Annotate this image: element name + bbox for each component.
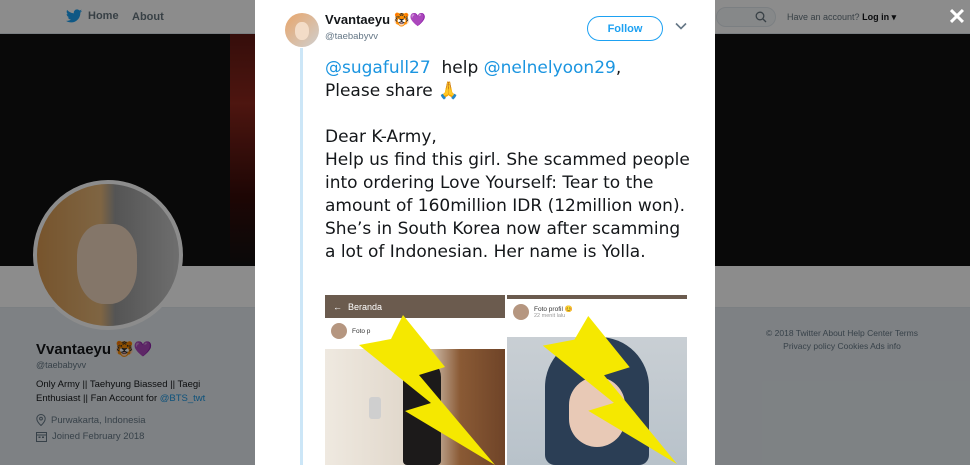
- author-avatar[interactable]: [285, 13, 319, 47]
- follow-button[interactable]: Follow: [587, 16, 663, 41]
- close-icon[interactable]: ✕: [947, 6, 967, 28]
- tweet-greeting: Dear K-Army,: [325, 127, 437, 147]
- tweet-modal: Vvantaeyu 🐯💜 @taebabyvv Follow @sugafull…: [255, 0, 715, 465]
- screenshot-header-title: Beranda: [348, 301, 383, 312]
- mention-link[interactable]: @nelnelyoon29: [484, 58, 616, 78]
- tweet-text: @sugafull27 help @nelnelyoon29, Please s…: [325, 57, 695, 264]
- screenshot-post-label: Foto profil 😊: [534, 306, 573, 313]
- lightning-bolt-icon: [542, 315, 678, 465]
- thread-line: [300, 48, 303, 465]
- media-image-2[interactable]: Foto profil 😊 22 menit lalu: [507, 295, 687, 465]
- chevron-down-icon[interactable]: [675, 22, 687, 30]
- author-name[interactable]: Vvantaeyu 🐯💜: [325, 12, 426, 28]
- mention-link[interactable]: @sugafull27: [325, 58, 431, 78]
- tweet-media[interactable]: ← Beranda Foto p Foto profil 😊 22 menit …: [325, 295, 687, 465]
- tweet-share-line: Please share 🙏: [325, 81, 460, 101]
- tweet-help-word: help: [441, 58, 479, 78]
- avatar: [513, 304, 529, 320]
- author-handle[interactable]: @taebabyvv: [325, 31, 378, 42]
- media-image-1[interactable]: ← Beranda Foto p: [325, 295, 505, 465]
- lightning-bolt-icon: [359, 315, 495, 465]
- tweet-body: Help us find this girl. She scammed peop…: [325, 150, 690, 262]
- back-arrow-icon: ←: [333, 301, 342, 312]
- tweet-line-mentions: @sugafull27 help @nelnelyoon29,: [325, 58, 622, 78]
